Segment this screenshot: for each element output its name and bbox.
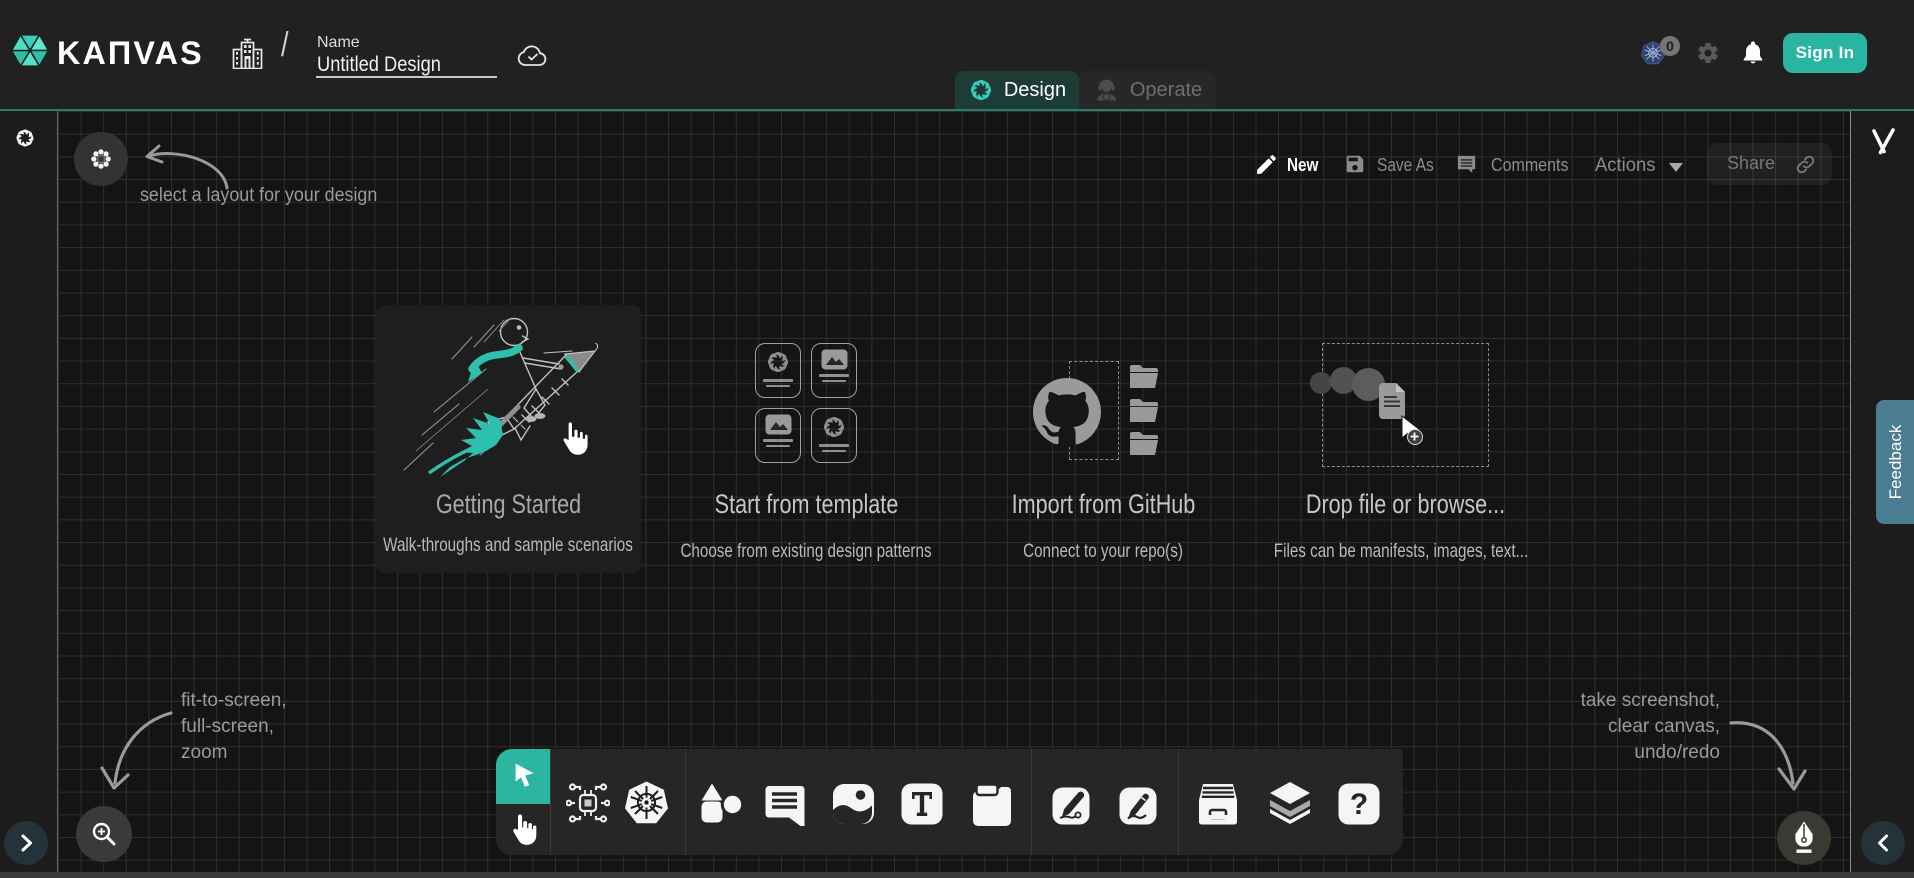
svg-text:?: ? (1350, 788, 1368, 821)
